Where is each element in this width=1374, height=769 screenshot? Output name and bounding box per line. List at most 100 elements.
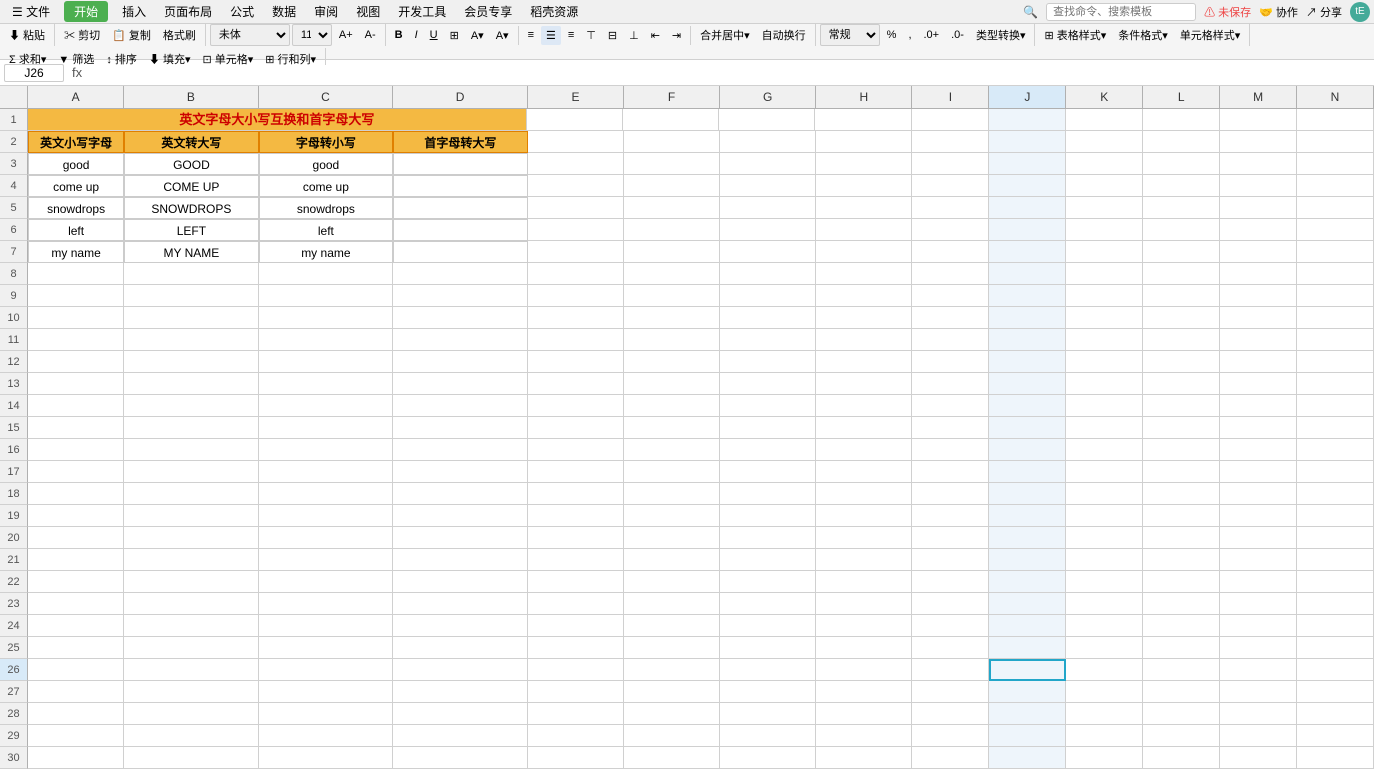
cell-B28[interactable] [124, 703, 258, 725]
cell-N23[interactable] [1297, 593, 1374, 615]
cell-N19[interactable] [1297, 505, 1374, 527]
cell-K13[interactable] [1066, 373, 1143, 395]
cell-B22[interactable] [124, 571, 258, 593]
cell-E9[interactable] [528, 285, 624, 307]
format-copy-button[interactable]: 格式刷 [158, 24, 201, 46]
cell-J23[interactable] [989, 593, 1066, 615]
cell-D11[interactable] [393, 329, 527, 351]
cell-A21[interactable] [28, 549, 124, 571]
cell-A26[interactable] [28, 659, 124, 681]
cell-E27[interactable] [528, 681, 624, 703]
cell-M22[interactable] [1220, 571, 1297, 593]
copy-button[interactable]: 📋 复制 [107, 24, 156, 46]
cell-L6[interactable] [1143, 219, 1220, 241]
cell-G23[interactable] [720, 593, 816, 615]
cell-M14[interactable] [1220, 395, 1297, 417]
cell-E6[interactable] [528, 219, 624, 241]
cell-C4[interactable]: come up [259, 175, 393, 197]
cell-K12[interactable] [1066, 351, 1143, 373]
paste-button[interactable]: ⬇ 粘贴 [4, 24, 50, 46]
cell-L30[interactable] [1143, 747, 1220, 769]
cell-H23[interactable] [816, 593, 912, 615]
cell-L2[interactable] [1143, 131, 1220, 153]
cell-E15[interactable] [528, 417, 624, 439]
cell-J6[interactable] [989, 219, 1066, 241]
cell-C21[interactable] [259, 549, 393, 571]
cell-L10[interactable] [1143, 307, 1220, 329]
cell-L23[interactable] [1143, 593, 1220, 615]
cell-D4[interactable] [393, 175, 527, 197]
cell-A4[interactable]: come up [28, 175, 124, 197]
align-bottom-button[interactable]: ⊥ [624, 26, 644, 45]
cell-G10[interactable] [720, 307, 816, 329]
cell-D27[interactable] [393, 681, 527, 703]
cell-N28[interactable] [1297, 703, 1374, 725]
cell-J14[interactable] [989, 395, 1066, 417]
cell-G20[interactable] [720, 527, 816, 549]
menu-insert[interactable]: 插入 [114, 1, 154, 22]
cell-J13[interactable] [989, 373, 1066, 395]
cell-I13[interactable] [912, 373, 989, 395]
cell-L9[interactable] [1143, 285, 1220, 307]
cell-C5[interactable]: snowdrops [259, 197, 393, 219]
cell-N29[interactable] [1297, 725, 1374, 747]
cell-F21[interactable] [624, 549, 720, 571]
italic-button[interactable]: I [410, 26, 423, 44]
cell-N12[interactable] [1297, 351, 1374, 373]
cell-E1[interactable] [527, 109, 623, 131]
cell-C22[interactable] [259, 571, 393, 593]
cell-K10[interactable] [1066, 307, 1143, 329]
cell-L16[interactable] [1143, 439, 1220, 461]
cell-L21[interactable] [1143, 549, 1220, 571]
cell-D28[interactable] [393, 703, 527, 725]
percent-button[interactable]: % [882, 26, 902, 44]
cell-G18[interactable] [720, 483, 816, 505]
cell-H28[interactable] [816, 703, 912, 725]
cell-B11[interactable] [124, 329, 258, 351]
cell-M16[interactable] [1220, 439, 1297, 461]
cell-B17[interactable] [124, 461, 258, 483]
cell-A8[interactable] [28, 263, 124, 285]
cell-E3[interactable] [528, 153, 624, 175]
cell-N6[interactable] [1297, 219, 1374, 241]
cell-E21[interactable] [528, 549, 624, 571]
cell-D19[interactable] [393, 505, 527, 527]
font-size-select[interactable]: 11 [292, 24, 332, 46]
cell-A15[interactable] [28, 417, 124, 439]
wrap-text-button[interactable]: 自动换行 [757, 24, 811, 46]
cell-I4[interactable] [912, 175, 989, 197]
cell-C14[interactable] [259, 395, 393, 417]
cell-G30[interactable] [720, 747, 816, 769]
cell-L3[interactable] [1143, 153, 1220, 175]
cell-N24[interactable] [1297, 615, 1374, 637]
cell-A3[interactable]: good [28, 153, 124, 175]
cell-A22[interactable] [28, 571, 124, 593]
cell-M18[interactable] [1220, 483, 1297, 505]
cell-F1[interactable] [623, 109, 719, 131]
cell-F14[interactable] [624, 395, 720, 417]
cell-I7[interactable] [912, 241, 989, 263]
cell-G15[interactable] [720, 417, 816, 439]
cell-G3[interactable] [720, 153, 816, 175]
collab-button[interactable]: 🤝 协作 [1259, 4, 1298, 20]
col-header-L[interactable]: L [1143, 86, 1220, 108]
cell-H22[interactable] [816, 571, 912, 593]
cell-C18[interactable] [259, 483, 393, 505]
cell-F26[interactable] [624, 659, 720, 681]
col-header-M[interactable]: M [1220, 86, 1297, 108]
cell-F12[interactable] [624, 351, 720, 373]
cell-I16[interactable] [912, 439, 989, 461]
cell-D6[interactable] [393, 219, 527, 241]
cell-D23[interactable] [393, 593, 527, 615]
font-decrease-button[interactable]: A- [360, 26, 381, 44]
cell-D24[interactable] [393, 615, 527, 637]
col-header-E[interactable]: E [528, 86, 624, 108]
cell-E20[interactable] [528, 527, 624, 549]
cell-N30[interactable] [1297, 747, 1374, 769]
cell-F22[interactable] [624, 571, 720, 593]
cell-B13[interactable] [124, 373, 258, 395]
cell-A23[interactable] [28, 593, 124, 615]
cell-I15[interactable] [912, 417, 989, 439]
cell-M20[interactable] [1220, 527, 1297, 549]
cell-H27[interactable] [816, 681, 912, 703]
